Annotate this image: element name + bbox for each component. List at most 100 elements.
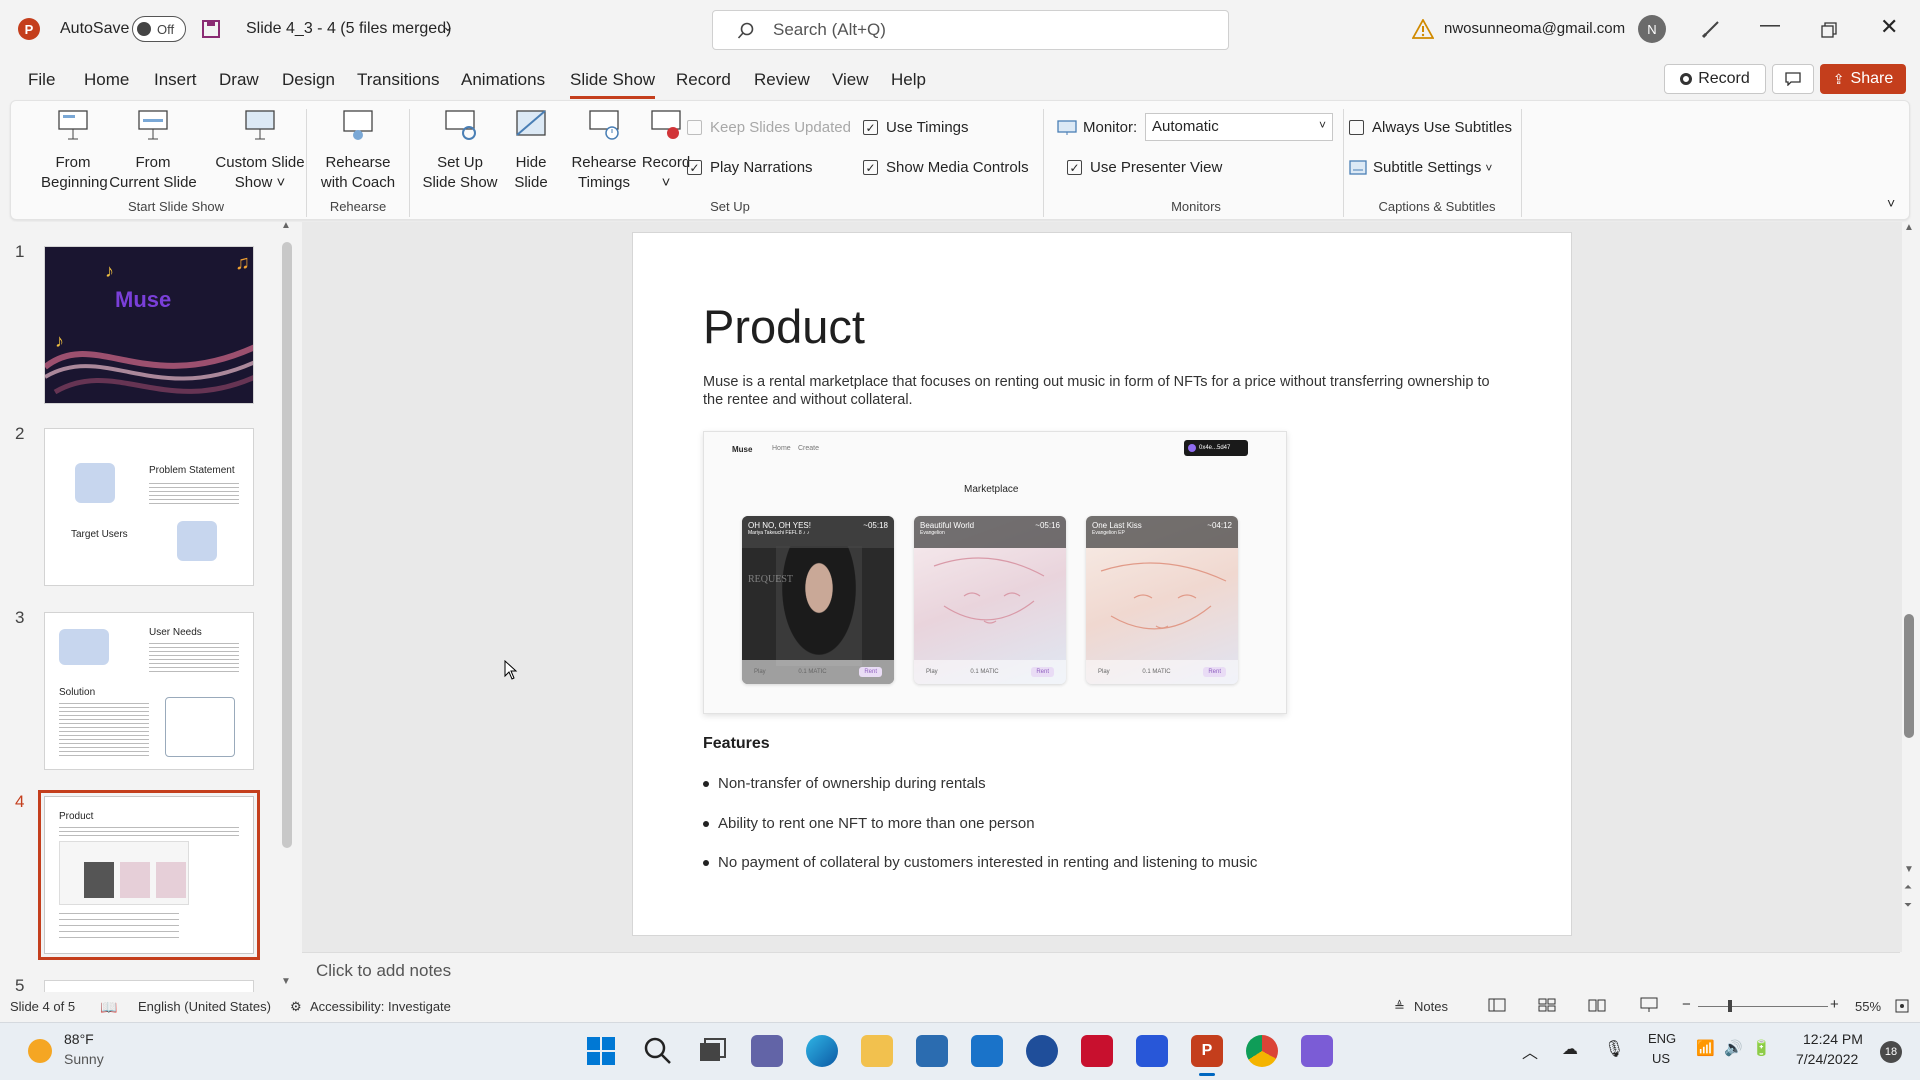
input-region[interactable]: US [1652,1051,1670,1066]
scroll-down-icon[interactable]: ▼ [1904,864,1914,875]
weather-temperature[interactable]: 88°F [64,1031,94,1047]
feature-bullet[interactable]: No payment of collateral by customers in… [703,854,1257,871]
app-cortana-icon[interactable] [1136,1035,1168,1067]
task-view-icon[interactable] [697,1036,727,1066]
chrome-icon[interactable] [1246,1035,1278,1067]
reading-view-icon[interactable] [1588,998,1606,1012]
spellcheck-icon[interactable]: 📖 [100,999,117,1016]
search-box[interactable]: Search (Alt+Q) [712,10,1229,50]
tab-review[interactable]: Review [754,70,810,90]
chevron-up-icon[interactable]: ︿ [1522,1039,1538,1063]
subtitle-settings-button[interactable]: Subtitle Settings ˅ [1349,159,1492,176]
slide-thumbnail-5[interactable] [44,980,254,992]
tab-design[interactable]: Design [282,70,335,90]
slide-count[interactable]: Slide 4 of 5 [10,999,75,1014]
zoom-in-icon[interactable]: + [1830,996,1839,1013]
from-current-slide-button[interactable]: From Current Slide [103,107,203,193]
input-language[interactable]: ENG [1648,1031,1676,1046]
slideshow-view-icon[interactable] [1640,997,1658,1013]
tab-home[interactable]: Home [84,70,129,90]
record-slide-show-button[interactable]: Record ˅ [639,107,693,193]
weather-condition[interactable]: Sunny [64,1051,104,1067]
slide-thumbnail-3[interactable]: User Needs Solution [44,612,254,770]
set-up-slide-show-button[interactable]: Set Up Slide Show [415,107,505,193]
share-button[interactable]: ⇪ Share [1820,64,1906,94]
edge-browser-icon[interactable] [806,1035,838,1067]
marketplace-screenshot[interactable]: Muse Home Create 0x4e...5d47 Marketplace… [703,431,1287,714]
notes-toggle[interactable]: Notes [1414,999,1448,1014]
rehearse-with-coach-button[interactable]: Rehearse with Coach [313,107,403,193]
volume-icon[interactable]: 🔊 [1724,1039,1743,1057]
teams-chat-icon[interactable] [751,1035,783,1067]
show-media-controls-checkbox[interactable]: ✓ Show Media Controls [863,159,1029,176]
mail-icon[interactable] [971,1035,1003,1067]
tab-transitions[interactable]: Transitions [357,70,440,90]
from-beginning-button[interactable]: From Beginning [41,107,108,193]
mcafee-icon[interactable] [1081,1035,1113,1067]
microphone-icon[interactable]: 🎙 [1604,1039,1624,1059]
weather-sun-icon[interactable] [28,1039,52,1063]
chevron-down-icon[interactable]: ⌄ [442,18,454,35]
slide-title[interactable]: Product [703,299,865,354]
clock-date[interactable]: 7/24/2022 [1796,1051,1858,1067]
scroll-up-icon[interactable]: ▲ [281,220,291,231]
normal-view-icon[interactable] [1488,998,1506,1012]
rehearse-timings-button[interactable]: Rehearse Timings [559,107,649,193]
slide-thumbnail-4[interactable]: Product [38,790,260,960]
restore-icon[interactable] [1821,22,1837,38]
zoom-slider-thumb[interactable] [1728,1000,1732,1012]
battery-icon[interactable]: 🔋 [1752,1039,1771,1057]
powerpoint-taskbar-icon[interactable]: P [1191,1035,1223,1067]
slide-scrollbar[interactable] [1904,614,1914,738]
scroll-down-icon[interactable]: ▼ [281,976,291,987]
file-explorer-icon[interactable] [861,1035,893,1067]
monitor-select[interactable]: Automatic ˅ [1145,113,1333,141]
app-q-icon[interactable] [1026,1035,1058,1067]
tab-insert[interactable]: Insert [154,70,197,90]
tab-animations[interactable]: Animations [461,70,545,90]
scroll-up-icon[interactable]: ▲ [1904,222,1914,233]
fit-to-window-icon[interactable] [1894,998,1910,1014]
tab-view[interactable]: View [832,70,869,90]
search-taskbar-icon[interactable] [643,1036,673,1066]
current-slide[interactable]: Product Muse is a rental marketplace tha… [632,232,1572,936]
feature-bullet[interactable]: Non-transfer of ownership during rentals [703,775,986,792]
zoom-out-icon[interactable]: − [1682,996,1691,1013]
accessibility-status[interactable]: Accessibility: Investigate [310,999,451,1014]
use-presenter-view-checkbox[interactable]: ✓ Use Presenter View [1067,159,1222,176]
minimize-icon[interactable]: — [1760,14,1780,37]
account-email[interactable]: nwosunneoma@gmail.com [1444,20,1625,37]
notification-badge[interactable]: 18 [1880,1041,1902,1063]
always-use-subtitles-checkbox[interactable]: Always Use Subtitles [1349,119,1512,136]
zoom-level[interactable]: 55% [1855,999,1881,1014]
warning-icon[interactable] [1412,19,1434,39]
next-slide-icon[interactable]: ⏷ [1904,900,1912,911]
comments-button[interactable] [1772,64,1814,94]
slide-description[interactable]: Muse is a rental marketplace that focuse… [703,373,1503,409]
windows-start-icon[interactable] [586,1036,616,1066]
record-button[interactable]: Record [1664,64,1766,94]
use-timings-checkbox[interactable]: ✓ Use Timings [863,119,969,136]
previous-slide-icon[interactable]: ⏶ [1904,882,1912,893]
play-narrations-checkbox[interactable]: ✓ Play Narrations [687,159,813,176]
notes-pane[interactable]: Click to add notes [302,952,1900,986]
microsoft-store-icon[interactable] [916,1035,948,1067]
tab-file[interactable]: File [28,70,55,90]
zoom-slider[interactable] [1698,1006,1828,1007]
feature-bullet[interactable]: Ability to rent one NFT to more than one… [703,815,1035,832]
collapse-ribbon-icon[interactable]: ˅ [1887,195,1895,211]
slide-thumbnail-1[interactable]: ♪ ♫ ♪ Muse [44,246,254,404]
clock-time[interactable]: 12:24 PM [1803,1031,1863,1047]
features-heading[interactable]: Features [703,735,770,753]
pen-icon[interactable] [1700,18,1722,40]
slide-sorter-icon[interactable] [1538,998,1556,1012]
language-status[interactable]: English (United States) [138,999,271,1014]
tab-draw[interactable]: Draw [219,70,259,90]
tab-help[interactable]: Help [891,70,926,90]
hide-slide-button[interactable]: Hide Slide [505,107,557,193]
custom-slide-show-button[interactable]: Custom Slide Show ˅ [205,107,315,193]
autosave-toggle[interactable]: Off [132,16,186,42]
wifi-icon[interactable]: 📶 [1696,1039,1715,1057]
avatar[interactable]: N [1638,15,1666,43]
document-title[interactable]: Slide 4_3 - 4 (5 files merged) [246,20,451,38]
